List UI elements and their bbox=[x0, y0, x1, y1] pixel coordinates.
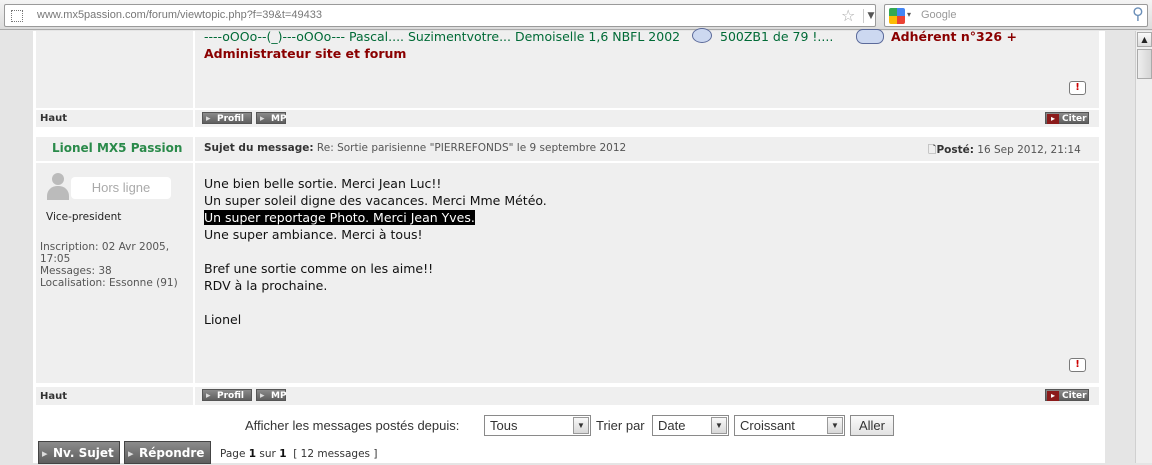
posted-label: Posté: bbox=[936, 144, 974, 156]
message-count: [ 12 messages ] bbox=[293, 448, 378, 460]
url-text: www.mx5passion.com/forum/viewtopic.php?f… bbox=[37, 9, 322, 21]
browser-toolbar: www.mx5passion.com/forum/viewtopic.php?f… bbox=[0, 0, 1152, 30]
page-of: sur bbox=[259, 448, 276, 460]
back-to-top-link[interactable]: Haut bbox=[40, 113, 67, 124]
selected-text: Un super reportage Photo. Merci Jean Yve… bbox=[204, 210, 475, 225]
smiley-car-icon bbox=[856, 29, 884, 44]
quote-label: Citer bbox=[1062, 114, 1087, 124]
profile-button[interactable]: Profil bbox=[202, 389, 252, 402]
search-input[interactable]: Google bbox=[921, 9, 956, 21]
search-icon[interactable]: ⚲ bbox=[1132, 4, 1144, 23]
user-messages: Messages: 38 bbox=[40, 265, 112, 277]
prev-post-profile-cell bbox=[36, 31, 193, 108]
page-icon bbox=[11, 10, 23, 22]
signature-text: ----oOOo--(_)---oOOo--- Pascal.... Suzim… bbox=[204, 29, 681, 44]
scroll-up-button[interactable]: ▲ bbox=[1137, 32, 1152, 47]
chevron-down-icon[interactable]: ▼ bbox=[573, 417, 589, 434]
since-value: Tous bbox=[490, 418, 518, 433]
pm-button[interactable]: MP bbox=[256, 389, 287, 402]
smiley-icon bbox=[692, 28, 712, 43]
buttons-cell bbox=[195, 387, 1099, 405]
subject-text: Re: Sortie parisienne "PIERREFONDS" le 9… bbox=[316, 142, 627, 154]
sort-select[interactable]: Date ▼ bbox=[652, 415, 729, 436]
user-inscription: Inscription: 02 Avr 2005, 17:05 bbox=[40, 241, 170, 265]
engine-dropdown-icon[interactable]: ▾ bbox=[907, 10, 911, 19]
status-badge: Hors ligne bbox=[71, 177, 171, 199]
page-word: Page bbox=[220, 448, 246, 460]
report-icon[interactable]: ! bbox=[1069, 81, 1086, 95]
quote-button[interactable]: ▸ Citer bbox=[1045, 389, 1089, 401]
address-bar[interactable]: www.mx5passion.com/forum/viewtopic.php?f… bbox=[4, 4, 876, 27]
chevron-down-icon[interactable]: ▼ bbox=[827, 417, 843, 434]
signature-line: ----oOOo--(_)---oOOo--- Pascal.... Suzim… bbox=[204, 29, 680, 44]
since-select[interactable]: Tous ▼ bbox=[484, 415, 591, 436]
message-line: Un super soleil digne des vacances. Merc… bbox=[204, 193, 547, 208]
post-author[interactable]: Lionel MX5 Passion bbox=[52, 141, 182, 155]
go-button[interactable]: Aller bbox=[850, 415, 894, 436]
filter-label: Afficher les messages postés depuis: bbox=[245, 418, 460, 433]
pagination: Page 1 sur 1 [ 12 messages ] bbox=[220, 448, 377, 460]
adherent-label: Adhérent n°326 + bbox=[891, 29, 1017, 44]
message-line: Un super reportage Photo. Merci Jean Yve… bbox=[204, 209, 547, 226]
message-line bbox=[204, 294, 547, 311]
new-topic-button[interactable]: Nv. Sujet bbox=[38, 441, 120, 465]
google-icon[interactable] bbox=[889, 8, 905, 24]
signature-mid: 500ZB1 de 79 !.... bbox=[720, 29, 834, 44]
message-line: Bref une sortie comme on les aime!! bbox=[204, 261, 434, 276]
post-message: Une bien belle sortie. Merci Jean Luc!! … bbox=[204, 175, 547, 328]
posted-date: 16 Sep 2012, 21:14 bbox=[977, 144, 1081, 156]
quote-label: Citer bbox=[1062, 391, 1087, 401]
message-line: Une bien belle sortie. Merci Jean Luc!! bbox=[204, 176, 442, 191]
message-line: Une super ambiance. Merci à tous! bbox=[204, 227, 423, 242]
scrollbar[interactable]: ▲ bbox=[1135, 31, 1152, 463]
user-rank: Vice-president bbox=[46, 211, 122, 223]
sort-value: Date bbox=[658, 418, 686, 433]
post-subject: Sujet du message: Re: Sortie parisienne … bbox=[204, 142, 626, 154]
report-icon[interactable]: ! bbox=[1069, 358, 1086, 372]
history-dropdown[interactable]: ▼ bbox=[863, 9, 878, 23]
back-to-top-link[interactable]: Haut bbox=[40, 391, 67, 402]
reply-button[interactable]: Répondre bbox=[124, 441, 211, 465]
quote-icon: ▸ bbox=[1047, 391, 1059, 401]
prev-buttons-cell bbox=[195, 110, 1099, 127]
message-line bbox=[204, 243, 547, 260]
scroll-thumb[interactable] bbox=[1137, 49, 1152, 79]
user-info: Inscription: 02 Avr 2005, 17:05 Messages… bbox=[40, 241, 190, 289]
profile-button[interactable]: Profil bbox=[202, 112, 252, 125]
avatar bbox=[47, 172, 69, 200]
page-current: 1 bbox=[248, 448, 257, 460]
chevron-down-icon[interactable]: ▼ bbox=[711, 417, 727, 434]
quote-button[interactable]: ▸ Citer bbox=[1045, 112, 1089, 124]
order-value: Croissant bbox=[740, 418, 795, 433]
order-select[interactable]: Croissant ▼ bbox=[734, 415, 845, 436]
star-icon[interactable]: ☆ bbox=[841, 6, 855, 25]
quote-icon: ▸ bbox=[1047, 114, 1059, 124]
user-localisation: Localisation: Essonne (91) bbox=[40, 277, 178, 289]
search-box[interactable]: ▾ Google ⚲ bbox=[884, 4, 1148, 27]
page-total: 1 bbox=[279, 448, 287, 460]
sort-label: Trier par bbox=[596, 418, 645, 433]
message-line: RDV à la prochaine. bbox=[204, 278, 328, 293]
admin-label: Administrateur site et forum bbox=[204, 46, 407, 61]
message-line: Lionel bbox=[204, 312, 242, 327]
subject-label: Sujet du message: bbox=[204, 142, 314, 154]
post-date: 🗋Posté: 16 Sep 2012, 21:14 bbox=[928, 142, 1081, 160]
pm-button[interactable]: MP bbox=[256, 112, 287, 125]
